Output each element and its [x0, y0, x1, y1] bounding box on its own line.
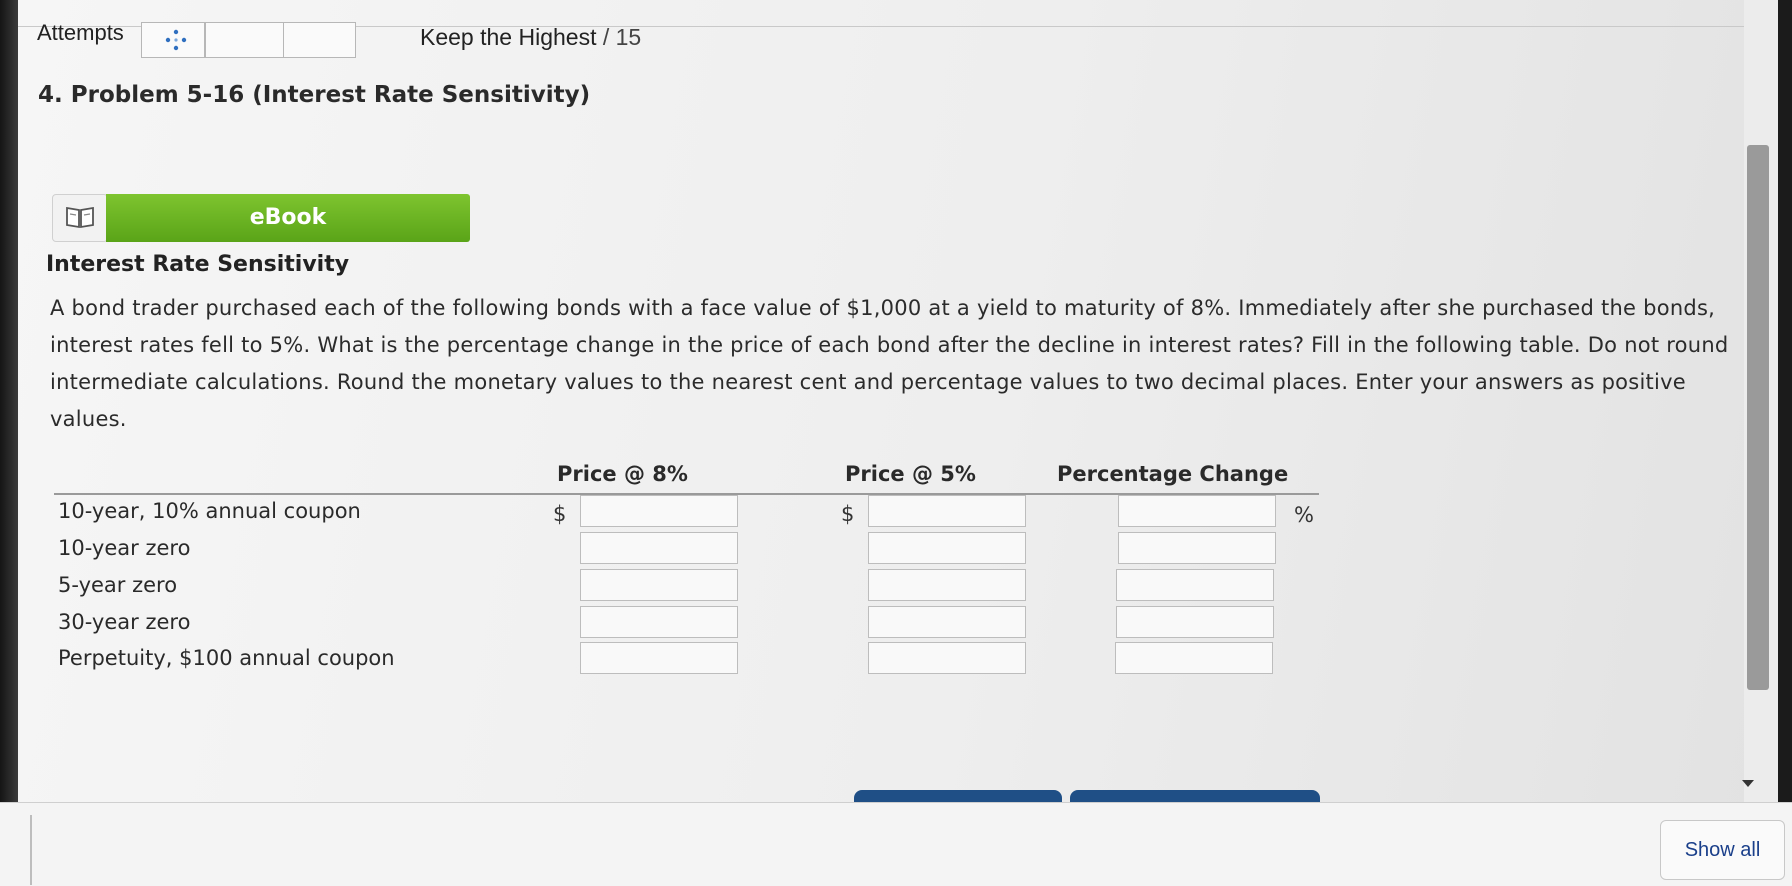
row-label: 30-year zero — [58, 610, 191, 634]
page-canvas: Attempts Keep the Highest / 15 4. Proble… — [0, 0, 1778, 804]
price-5-input[interactable] — [868, 495, 1026, 527]
attempt-indicator-2 — [205, 22, 285, 58]
price-5-input[interactable] — [868, 532, 1026, 564]
section-heading: Interest Rate Sensitivity — [46, 252, 350, 277]
currency-symbol: $ — [553, 502, 567, 526]
screen-bezel-left — [0, 0, 18, 802]
price-8-input[interactable] — [580, 642, 738, 674]
row-label: 10-year zero — [58, 536, 191, 560]
ebook-button[interactable]: eBook — [106, 194, 470, 242]
percentage-change-input[interactable] — [1118, 495, 1276, 527]
scroll-down-icon[interactable] — [1742, 780, 1754, 787]
move-icon[interactable] — [164, 28, 188, 52]
show-all-button[interactable]: Show all — [1660, 820, 1785, 880]
percentage-change-input[interactable] — [1115, 642, 1273, 674]
column-header-percentage-change: Percentage Change — [1057, 462, 1289, 486]
problem-text: A bond trader purchased each of the foll… — [50, 296, 1729, 431]
download-bar-divider — [30, 815, 32, 885]
score-policy-label: Keep the Highest / 15 — [420, 24, 641, 51]
keep-highest-text: Keep the Highest — [420, 24, 597, 50]
price-8-input[interactable] — [580, 606, 738, 638]
attempts-label: Attempts — [37, 20, 124, 45]
score-total: / 15 — [602, 24, 642, 50]
price-5-input[interactable] — [868, 642, 1026, 674]
screen-bezel-right — [1778, 0, 1792, 802]
column-header-price-8: Price @ 8% — [557, 462, 688, 486]
row-label: Perpetuity, $100 annual coupon — [58, 646, 395, 670]
percent-symbol: % — [1294, 503, 1314, 527]
attempt-indicator-3 — [283, 22, 356, 58]
download-bar — [0, 802, 1792, 886]
scrollbar-thumb[interactable] — [1747, 145, 1769, 690]
column-header-price-5: Price @ 5% — [845, 462, 976, 486]
percentage-change-input[interactable] — [1118, 532, 1276, 564]
price-8-input[interactable] — [580, 569, 738, 601]
problem-title: 4. Problem 5-16 (Interest Rate Sensitivi… — [38, 82, 591, 108]
percentage-change-input[interactable] — [1116, 569, 1274, 601]
price-8-input[interactable] — [580, 495, 738, 527]
price-5-input[interactable] — [868, 606, 1026, 638]
price-8-input[interactable] — [580, 532, 738, 564]
row-label: 5-year zero — [58, 573, 178, 597]
price-5-input[interactable] — [868, 569, 1026, 601]
row-label: 10-year, 10% annual coupon — [58, 499, 361, 523]
currency-symbol: $ — [841, 502, 855, 526]
percentage-change-input[interactable] — [1116, 606, 1274, 638]
book-icon[interactable] — [52, 194, 108, 242]
